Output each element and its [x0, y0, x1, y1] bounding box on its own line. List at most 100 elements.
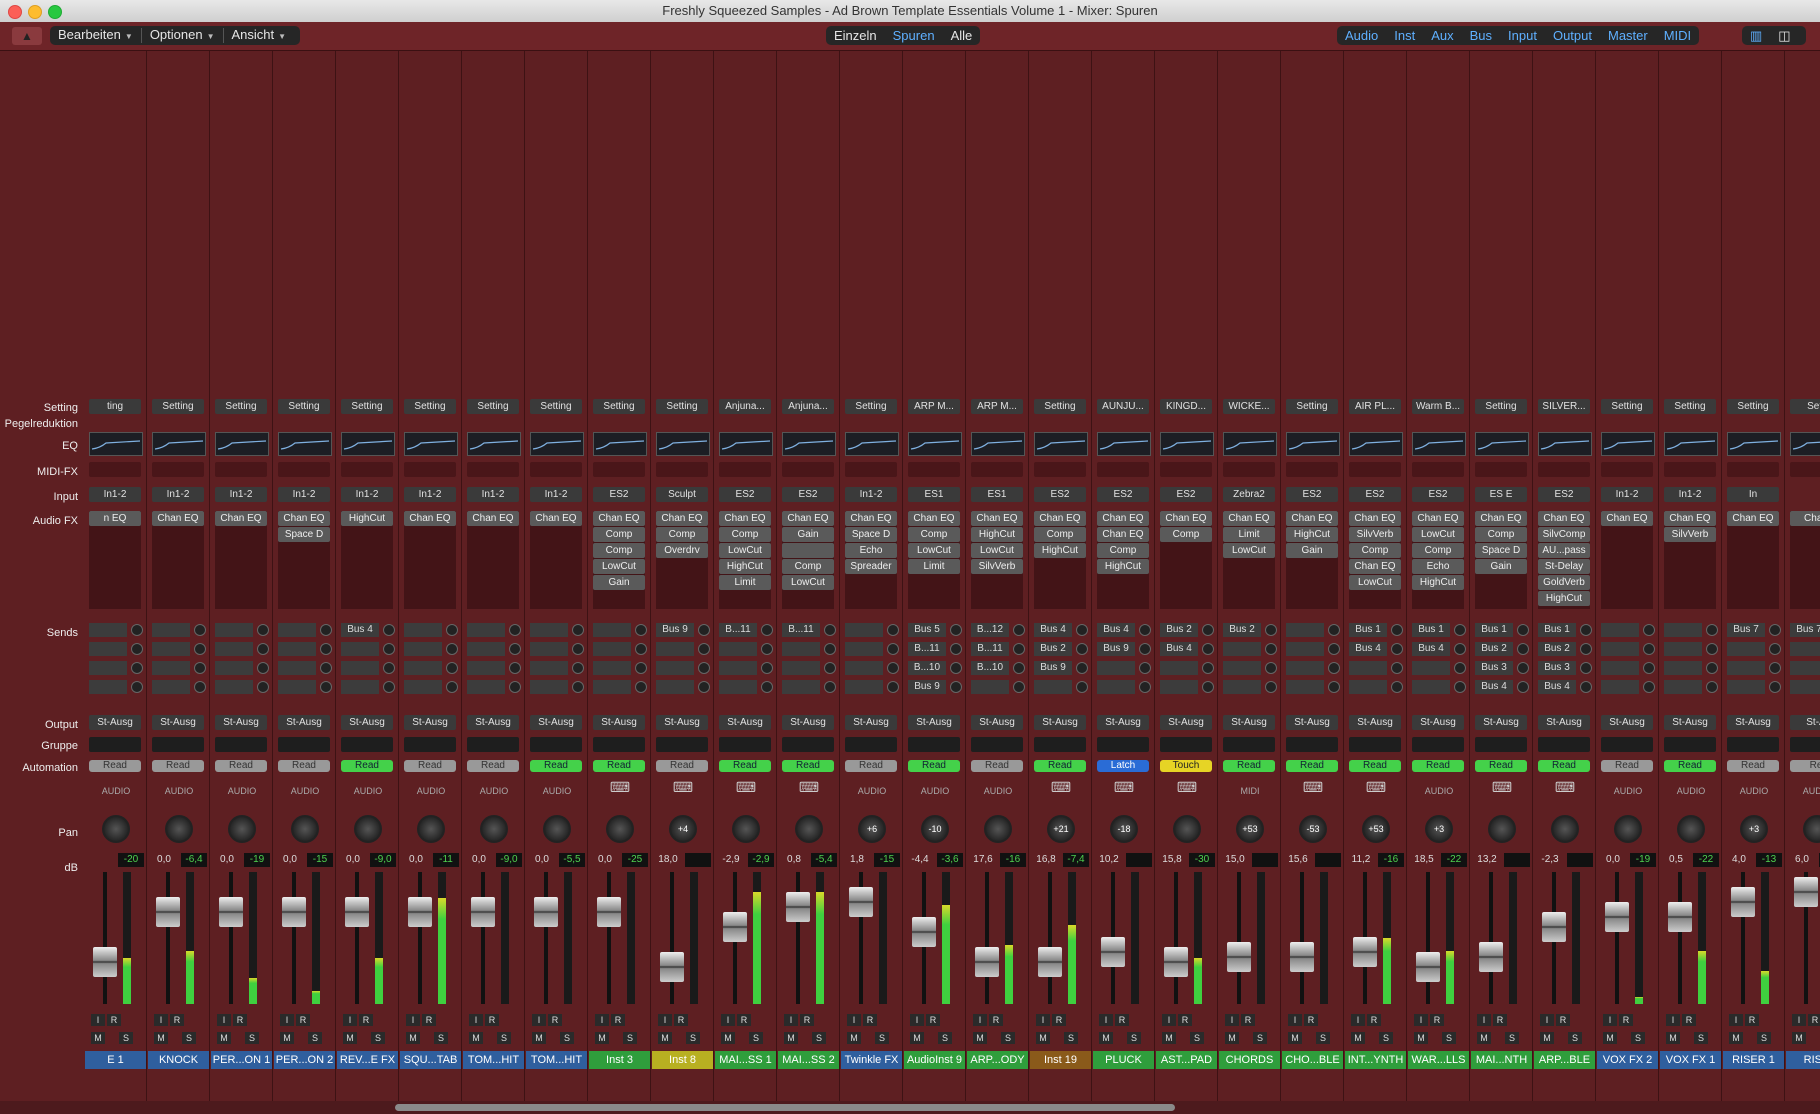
record-enable-button[interactable]: R: [296, 1014, 310, 1026]
send-slot[interactable]: Bus 4: [1538, 680, 1576, 694]
audio-fx-slot[interactable]: Chan EQ: [404, 511, 456, 526]
send-slot[interactable]: [1286, 642, 1324, 656]
audio-fx-slot[interactable]: Chan EQ: [1601, 511, 1653, 526]
automation-mode-button[interactable]: Read: [1664, 760, 1716, 772]
send-slot[interactable]: Bus 2: [1475, 642, 1513, 656]
send-level-knob[interactable]: [635, 624, 647, 636]
midi-fx-slot[interactable]: [1601, 462, 1653, 477]
automation-mode-button[interactable]: Read: [530, 760, 582, 772]
send-slot[interactable]: Bus 9: [1097, 642, 1135, 656]
send-level-knob[interactable]: [1202, 624, 1214, 636]
setting-button[interactable]: Setting: [467, 399, 519, 414]
send-slot[interactable]: [1601, 661, 1639, 675]
audio-fx-slot[interactable]: Gain: [1475, 559, 1527, 574]
send-level-knob[interactable]: [1517, 662, 1529, 674]
send-level-knob[interactable]: [887, 662, 899, 674]
track-name[interactable]: ARP...ODY: [967, 1051, 1028, 1069]
group-slot[interactable]: [1475, 737, 1527, 752]
eq-thumbnail[interactable]: [1097, 432, 1151, 456]
record-enable-button[interactable]: R: [737, 1014, 751, 1026]
send-level-knob[interactable]: [1391, 624, 1403, 636]
audio-fx-slot[interactable]: Comp: [593, 543, 645, 558]
audio-fx-slot[interactable]: Comp: [593, 527, 645, 542]
volume-fader[interactable]: [912, 917, 936, 947]
automation-mode-button[interactable]: Read: [404, 760, 456, 772]
input-slot[interactable]: In1-2: [467, 487, 519, 502]
solo-button[interactable]: S: [1442, 1032, 1456, 1044]
send-slot[interactable]: [593, 680, 631, 694]
mute-button[interactable]: M: [1603, 1032, 1617, 1044]
send-level-knob[interactable]: [1013, 624, 1025, 636]
send-slot[interactable]: B...11: [908, 642, 946, 656]
group-slot[interactable]: [1097, 737, 1149, 752]
send-level-knob[interactable]: [887, 681, 899, 693]
send-level-knob[interactable]: [1328, 643, 1340, 655]
volume-fader[interactable]: [1038, 947, 1062, 977]
record-enable-button[interactable]: R: [548, 1014, 562, 1026]
input-monitor-button[interactable]: I: [1477, 1014, 1491, 1026]
send-slot[interactable]: [845, 680, 883, 694]
send-slot[interactable]: [593, 642, 631, 656]
send-level-knob[interactable]: [1139, 643, 1151, 655]
send-slot[interactable]: Bus 4: [1097, 623, 1135, 637]
record-enable-button[interactable]: R: [1052, 1014, 1066, 1026]
automation-mode-button[interactable]: Read: [845, 760, 897, 772]
pan-knob[interactable]: [543, 815, 571, 843]
record-enable-button[interactable]: R: [1178, 1014, 1192, 1026]
menu-ansicht[interactable]: Ansicht ▼: [224, 25, 295, 46]
input-slot[interactable]: ES2: [782, 487, 834, 502]
record-enable-button[interactable]: R: [1241, 1014, 1255, 1026]
volume-fader[interactable]: [1101, 937, 1125, 967]
audio-fx-slot[interactable]: Spreader: [845, 559, 897, 574]
mute-button[interactable]: M: [1099, 1032, 1113, 1044]
track-name[interactable]: Inst 8: [652, 1051, 713, 1069]
send-level-knob[interactable]: [1328, 681, 1340, 693]
input-monitor-button[interactable]: I: [1225, 1014, 1239, 1026]
mute-button[interactable]: M: [1729, 1032, 1743, 1044]
send-level-knob[interactable]: [1328, 624, 1340, 636]
send-slot[interactable]: [467, 661, 505, 675]
audio-fx-slot[interactable]: LowCut: [593, 559, 645, 574]
send-slot[interactable]: Bus 7: [1727, 623, 1765, 637]
solo-button[interactable]: S: [1505, 1032, 1519, 1044]
send-slot[interactable]: [278, 623, 316, 637]
mute-button[interactable]: M: [1666, 1032, 1680, 1044]
midi-fx-slot[interactable]: [278, 462, 330, 477]
input-slot[interactable]: In1-2: [845, 487, 897, 502]
eq-thumbnail[interactable]: [845, 432, 899, 456]
audio-fx-slot[interactable]: Chan EQ: [215, 511, 267, 526]
mute-button[interactable]: M: [1036, 1032, 1050, 1044]
input-monitor-button[interactable]: I: [1036, 1014, 1050, 1026]
send-level-knob[interactable]: [950, 643, 962, 655]
send-slot[interactable]: Bus 5: [908, 623, 946, 637]
midi-fx-slot[interactable]: [1097, 462, 1149, 477]
record-enable-button[interactable]: R: [800, 1014, 814, 1026]
audio-fx-slot[interactable]: Chan EQ: [530, 511, 582, 526]
output-slot[interactable]: St-Ausg: [971, 715, 1023, 730]
send-level-knob[interactable]: [1454, 662, 1466, 674]
pan-knob[interactable]: [732, 815, 760, 843]
send-level-knob[interactable]: [761, 643, 773, 655]
setting-button[interactable]: SILVER...: [1538, 399, 1590, 414]
solo-button[interactable]: S: [1316, 1032, 1330, 1044]
send-slot[interactable]: Bus 9: [1034, 661, 1072, 675]
solo-button[interactable]: S: [308, 1032, 322, 1044]
send-slot[interactable]: [278, 680, 316, 694]
input-monitor-button[interactable]: I: [1792, 1014, 1806, 1026]
setting-button[interactable]: WICKE...: [1223, 399, 1275, 414]
send-slot[interactable]: [341, 661, 379, 675]
send-level-knob[interactable]: [1202, 643, 1214, 655]
input-slot[interactable]: Sculpt: [656, 487, 708, 502]
track-name[interactable]: E 1: [85, 1051, 146, 1069]
track-name[interactable]: ARP...BLE: [1534, 1051, 1595, 1069]
send-level-knob[interactable]: [824, 681, 836, 693]
setting-button[interactable]: Setting: [1601, 399, 1653, 414]
input-monitor-button[interactable]: I: [910, 1014, 924, 1026]
solo-button[interactable]: S: [1001, 1032, 1015, 1044]
automation-mode-button[interactable]: Read: [1349, 760, 1401, 772]
send-slot[interactable]: [1664, 623, 1702, 637]
send-slot[interactable]: [1286, 661, 1324, 675]
audio-fx-slot[interactable]: Comp: [1349, 543, 1401, 558]
eq-thumbnail[interactable]: [719, 432, 773, 456]
input-slot[interactable]: ES1: [908, 487, 960, 502]
